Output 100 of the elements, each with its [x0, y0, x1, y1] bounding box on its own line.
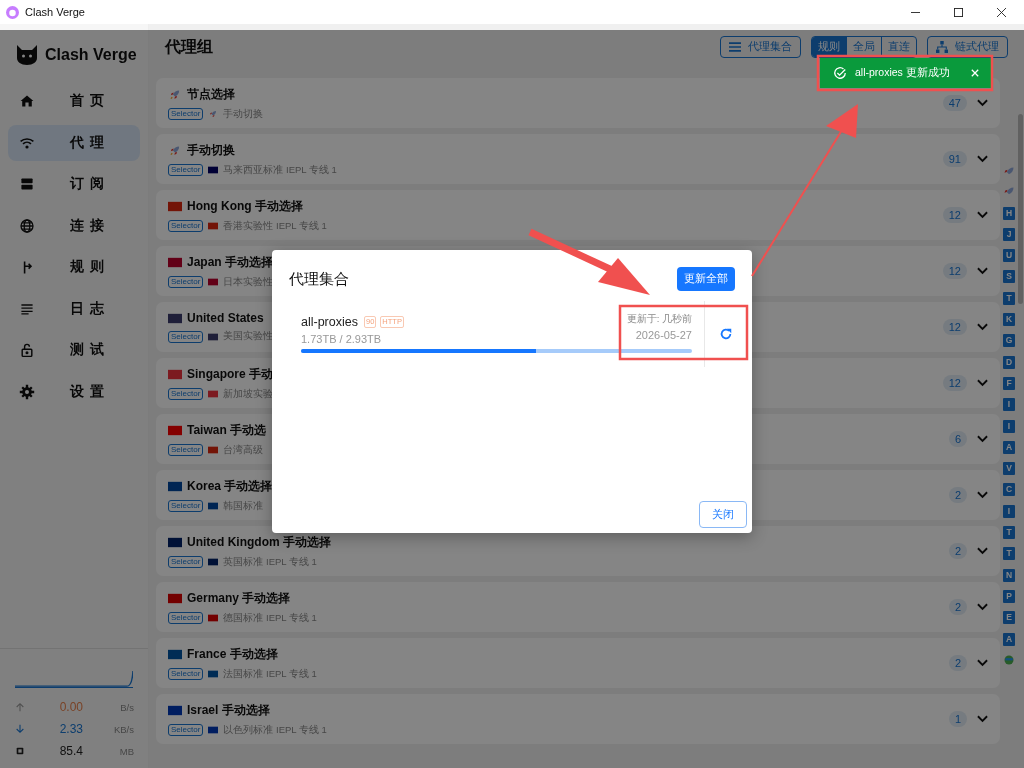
group-name: Singapore 手动 — [187, 365, 273, 383]
index-letter[interactable]: N — [1003, 568, 1015, 582]
rocket-icon — [208, 110, 219, 118]
scrollbar-thumb[interactable] — [1018, 114, 1023, 304]
index-letter[interactable]: V — [1003, 462, 1015, 476]
group-type-tag: Selector — [168, 612, 204, 624]
group-type-tag: Selector — [168, 556, 204, 568]
group-name: Hong Kong 手动选择 — [187, 197, 303, 215]
traffic-value: 2.33 — [58, 722, 83, 736]
group-name: 手动切换 — [187, 141, 235, 159]
traffic-value: 0.00 — [58, 700, 83, 714]
close-icon[interactable] — [997, 7, 1006, 17]
proxy-count: 12 — [942, 263, 967, 279]
lock-icon — [19, 342, 35, 358]
proxy-providers-button[interactable]: 代理集合 — [720, 36, 801, 58]
group-name: 节点选择 — [187, 85, 235, 103]
group-type-tag: Selector — [168, 388, 204, 400]
proxy-count: 12 — [942, 375, 967, 391]
index-letter[interactable]: C — [1003, 483, 1015, 497]
group-type-tag: Selector — [168, 330, 204, 343]
index-letter[interactable]: U — [1003, 249, 1015, 263]
chevron-down-icon[interactable] — [977, 547, 988, 555]
group-type-tag: Selector — [168, 724, 204, 736]
nav-item[interactable]: 首页 — [8, 83, 140, 119]
proxy-count: 2 — [948, 655, 967, 671]
proxy-count: 2 — [948, 599, 967, 615]
chevron-down-icon[interactable] — [977, 323, 988, 331]
update-all-button[interactable]: 更新全部 — [677, 267, 735, 291]
memory-chip-icon — [15, 746, 25, 756]
group-name: Germany 手动选择 — [187, 589, 291, 607]
rocket-icon — [168, 144, 182, 156]
index-letter[interactable]: K — [1003, 313, 1015, 327]
index-letter[interactable]: F — [1003, 376, 1015, 390]
chevron-down-icon[interactable] — [977, 155, 988, 163]
window-title: Clash Verge — [25, 6, 85, 18]
index-letter[interactable]: D — [1003, 355, 1015, 369]
chevron-down-icon[interactable] — [977, 435, 988, 443]
nav-item[interactable]: 日志 — [8, 290, 140, 327]
proxy-count: 2 — [948, 487, 967, 503]
group-name: United Kingdom 手动选择 — [187, 533, 331, 551]
mode-tab[interactable]: 规则 — [812, 37, 847, 57]
proxy-count: 91 — [942, 151, 967, 167]
hierarchy-icon — [936, 41, 948, 53]
nav-item[interactable]: 代理 — [8, 124, 140, 161]
upload-arrow-icon — [15, 702, 25, 712]
group-type-tag: Selector — [168, 668, 204, 680]
usage-text: 1.73TB / 2.93TB — [301, 333, 382, 345]
page-title: 代理组 — [165, 36, 213, 57]
list-icon — [729, 41, 741, 53]
chevron-down-icon[interactable] — [977, 491, 988, 499]
index-letter[interactable]: E — [1003, 611, 1015, 625]
proxy-count: 47 — [942, 95, 967, 111]
nav-item[interactable]: 规则 — [8, 249, 140, 285]
home-icon — [19, 93, 35, 109]
traffic-value: 85.4 — [58, 744, 83, 758]
index-letter[interactable]: A — [1003, 440, 1015, 454]
index-letter[interactable]: T — [1003, 526, 1015, 540]
chevron-down-icon[interactable] — [977, 379, 988, 387]
updated-time: 更新于: 几秒前 — [626, 313, 692, 326]
index-letter[interactable]: T — [1003, 291, 1015, 305]
group-type-tag: Selector — [168, 500, 204, 512]
updated-date: 2026-05-27 — [635, 329, 692, 341]
chevron-down-icon[interactable] — [977, 267, 988, 275]
dialog-title: 代理集合 — [289, 269, 349, 289]
nav-item[interactable]: 测试 — [8, 332, 140, 368]
index-letter[interactable]: G — [1003, 334, 1015, 348]
chevron-down-icon[interactable] — [977, 715, 988, 723]
provider-name: all-proxies — [301, 315, 358, 329]
index-letter[interactable]: J — [1003, 227, 1015, 241]
index-letter[interactable]: T — [1003, 547, 1015, 561]
nav-item[interactable]: 订阅 — [8, 166, 140, 202]
check-circle-icon — [833, 66, 847, 80]
nav-item[interactable]: 设置 — [8, 373, 140, 410]
proxy-count: 2 — [948, 543, 967, 559]
index-letter[interactable]: A — [1003, 632, 1015, 646]
group-name: United States — [187, 311, 264, 325]
index-letter[interactable]: I — [1003, 419, 1015, 433]
nav-item[interactable]: 连接 — [8, 207, 140, 244]
chevron-down-icon[interactable] — [977, 659, 988, 667]
mode-tab[interactable]: 直连 — [882, 37, 916, 57]
group-name: Korea 手动选择 — [187, 477, 273, 495]
close-button[interactable]: 关闭 — [699, 501, 747, 528]
index-letter[interactable]: I — [1003, 398, 1015, 412]
refresh-icon[interactable] — [719, 327, 733, 341]
index-letter[interactable]: I — [1003, 504, 1015, 518]
proxy-count: 12 — [942, 319, 967, 335]
chevron-down-icon[interactable] — [977, 603, 988, 611]
proxy-count: 1 — [948, 711, 967, 727]
proxy-count: 6 — [948, 431, 967, 447]
rocket-icon — [168, 88, 182, 100]
chevron-down-icon[interactable] — [977, 211, 988, 219]
chevron-down-icon[interactable] — [977, 99, 988, 107]
proxy-count: 12 — [942, 207, 967, 223]
index-letter[interactable]: S — [1003, 270, 1015, 284]
group-type-tag: Selector — [168, 164, 204, 176]
mode-tab[interactable]: 全局 — [847, 37, 882, 57]
index-letter[interactable]: P — [1003, 589, 1015, 603]
group-type-tag: Selector — [168, 108, 204, 120]
index-letter[interactable]: H — [1003, 206, 1015, 220]
maximize-icon[interactable] — [954, 7, 963, 17]
